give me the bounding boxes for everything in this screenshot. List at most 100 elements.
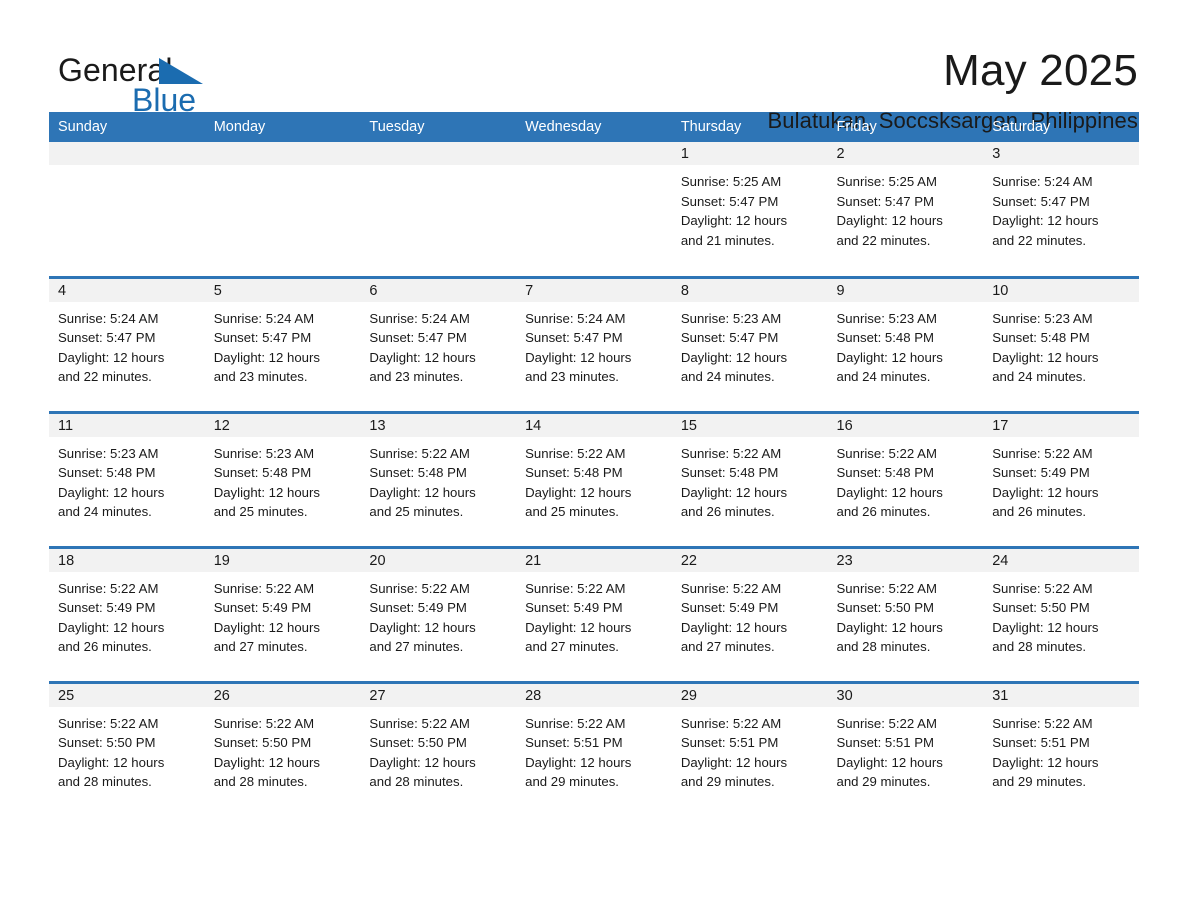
day-details: Sunrise: 5:23 AM Sunset: 5:48 PM Daylight:… bbox=[205, 437, 361, 522]
sunset-time: Sunset: 5:50 PM bbox=[992, 600, 1090, 616]
day-number: 29 bbox=[671, 683, 828, 707]
sunset-time: Sunset: 5:48 PM bbox=[680, 465, 779, 481]
calendar-day-cell[interactable]: 31 Sunrise: 5:22 AM Sunset: 5:51 PM Dayligh… bbox=[983, 680, 1139, 817]
day-details: Sunrise: 5:22 AM Sunset: 5:51 PM Daylight:… bbox=[828, 707, 984, 792]
day-details: Sunrise: 5:22 AM Sunset: 5:48 PM Daylight:… bbox=[360, 437, 516, 522]
calendar-day-cell[interactable]: 26 Sunrise: 5:22 AM Sunset: 5:50 PM Dayligh… bbox=[204, 680, 361, 817]
sunset-time: Sunset: 5:47 PM bbox=[836, 193, 935, 209]
sunrise-time: Sunrise: 5:23 AM bbox=[680, 310, 782, 326]
day-number: 15 bbox=[671, 413, 828, 437]
calendar-day-cell[interactable]: 18 Sunrise: 5:22 AM Sunset: 5:49 PM Dayligh… bbox=[49, 545, 205, 682]
sunset-time: Sunset: 5:49 PM bbox=[992, 465, 1090, 481]
daylight-duration-line2: and 27 minutes. bbox=[369, 639, 464, 655]
day-number: 2 bbox=[827, 142, 984, 165]
sunset-time: Sunset: 5:48 PM bbox=[58, 465, 156, 481]
calendar-day-cell[interactable]: 17 Sunrise: 5:22 AM Sunset: 5:49 PM Dayligh… bbox=[983, 410, 1139, 547]
sunset-time: Sunset: 5:51 PM bbox=[525, 735, 623, 751]
daylight-duration-line2: and 24 minutes. bbox=[992, 369, 1087, 385]
sunrise-time: Sunrise: 5:22 AM bbox=[836, 445, 937, 461]
day-details: Sunrise: 5:22 AM Sunset: 5:50 PM Daylight:… bbox=[828, 572, 984, 657]
calendar-week-row: 25 Sunrise: 5:22 AM Sunset: 5:50 PM Dayligh… bbox=[49, 680, 1139, 817]
sunrise-time: Sunrise: 5:22 AM bbox=[992, 580, 1093, 596]
daylight-duration-line2: and 22 minutes. bbox=[836, 232, 931, 248]
sunrise-time: Sunrise: 5:23 AM bbox=[213, 445, 315, 461]
day-number: 9 bbox=[827, 278, 984, 302]
calendar-day-cell[interactable]: 10 Sunrise: 5:23 AM Sunset: 5:48 PM Dayligh… bbox=[983, 275, 1139, 412]
daylight-duration-line1: Daylight: 12 hours bbox=[680, 619, 788, 635]
calendar-day-cell[interactable]: 14 Sunrise: 5:22 AM Sunset: 5:48 PM Dayligh… bbox=[516, 410, 672, 547]
calendar-day-cell[interactable]: 6 Sunrise: 5:24 AM Sunset: 5:47 PM Daylight… bbox=[360, 275, 517, 412]
calendar-day-cell[interactable]: 28 Sunrise: 5:22 AM Sunset: 5:51 PM Dayligh… bbox=[516, 680, 672, 817]
calendar-day-cell[interactable]: 11 Sunrise: 5:23 AM Sunset: 5:48 PM Dayligh… bbox=[49, 410, 205, 547]
daylight-duration-line1: Daylight: 12 hours bbox=[680, 213, 788, 229]
sunset-time: Sunset: 5:47 PM bbox=[680, 330, 779, 346]
sunset-time: Sunset: 5:48 PM bbox=[992, 330, 1090, 346]
day-number bbox=[360, 142, 517, 165]
daylight-duration-line1: Daylight: 12 hours bbox=[680, 349, 788, 365]
day-number: 18 bbox=[49, 548, 205, 572]
sunset-time: Sunset: 5:49 PM bbox=[369, 600, 467, 616]
calendar-day-cell[interactable]: 1 Sunrise: 5:25 AM Sunset: 5:47 PM Daylight… bbox=[671, 142, 828, 277]
sunset-time: Sunset: 5:51 PM bbox=[836, 735, 935, 751]
day-details: Sunrise: 5:22 AM Sunset: 5:48 PM Daylight:… bbox=[672, 437, 828, 522]
sunrise-time: Sunrise: 5:23 AM bbox=[58, 445, 159, 461]
day-number: 19 bbox=[204, 548, 361, 572]
day-number: 25 bbox=[49, 683, 205, 707]
calendar-day-cell[interactable]: 19 Sunrise: 5:22 AM Sunset: 5:49 PM Dayligh… bbox=[204, 545, 361, 682]
day-number: 23 bbox=[827, 548, 984, 572]
sunrise-time: Sunrise: 5:22 AM bbox=[369, 445, 470, 461]
calendar-day-cell[interactable]: 5 Sunrise: 5:24 AM Sunset: 5:47 PM Daylight… bbox=[204, 275, 361, 412]
calendar-day-cell[interactable]: 27 Sunrise: 5:22 AM Sunset: 5:50 PM Dayligh… bbox=[360, 680, 517, 817]
calendar-day-cell[interactable]: 15 Sunrise: 5:22 AM Sunset: 5:48 PM Dayligh… bbox=[671, 410, 828, 547]
calendar-day-cell[interactable]: 12 Sunrise: 5:23 AM Sunset: 5:48 PM Dayligh… bbox=[204, 410, 361, 547]
daylight-duration-line1: Daylight: 12 hours bbox=[213, 349, 320, 365]
daylight-duration-line2: and 29 minutes. bbox=[836, 774, 931, 790]
sunset-time: Sunset: 5:47 PM bbox=[213, 330, 312, 346]
sunset-time: Sunset: 5:49 PM bbox=[213, 600, 312, 616]
calendar-day-cell[interactable]: 29 Sunrise: 5:22 AM Sunset: 5:51 PM Dayligh… bbox=[671, 680, 828, 817]
calendar-day-cell[interactable]: 13 Sunrise: 5:22 AM Sunset: 5:48 PM Dayligh… bbox=[360, 410, 517, 547]
day-details: Sunrise: 5:23 AM Sunset: 5:48 PM Daylight:… bbox=[49, 437, 205, 522]
sunrise-time: Sunrise: 5:22 AM bbox=[992, 445, 1093, 461]
sunrise-time: Sunrise: 5:22 AM bbox=[213, 715, 315, 731]
calendar-page: General Blue May 2025 Bulatukan, Soccsks… bbox=[0, 0, 1188, 918]
calendar-day-cell[interactable]: 3 Sunrise: 5:24 AM Sunset: 5:47 PM Daylight… bbox=[983, 142, 1139, 277]
day-number: 26 bbox=[204, 683, 361, 707]
sunset-time: Sunset: 5:48 PM bbox=[525, 465, 623, 481]
calendar-day-cell[interactable]: 8 Sunrise: 5:23 AM Sunset: 5:47 PM Daylight… bbox=[671, 275, 828, 412]
daylight-duration-line2: and 29 minutes. bbox=[525, 774, 619, 790]
day-details: Sunrise: 5:22 AM Sunset: 5:50 PM Daylight:… bbox=[205, 707, 361, 792]
calendar-day-cell[interactable]: 4 Sunrise: 5:24 AM Sunset: 5:47 PM Daylight… bbox=[49, 275, 205, 412]
day-number: 31 bbox=[983, 683, 1139, 707]
calendar-day-cell[interactable]: 24 Sunrise: 5:22 AM Sunset: 5:50 PM Dayligh… bbox=[983, 545, 1139, 682]
calendar-day-cell[interactable]: 9 Sunrise: 5:23 AM Sunset: 5:48 PM Daylight… bbox=[827, 275, 984, 412]
calendar-day-cell[interactable]: 7 Sunrise: 5:24 AM Sunset: 5:47 PM Daylight… bbox=[516, 275, 672, 412]
day-details: Sunrise: 5:22 AM Sunset: 5:51 PM Daylight:… bbox=[672, 707, 828, 792]
calendar-day-cell[interactable]: 25 Sunrise: 5:22 AM Sunset: 5:50 PM Dayligh… bbox=[49, 680, 205, 817]
daylight-duration-line2: and 26 minutes. bbox=[58, 639, 152, 655]
calendar-day-cell[interactable]: 16 Sunrise: 5:22 AM Sunset: 5:48 PM Dayligh… bbox=[827, 410, 984, 547]
calendar-day-cell[interactable]: 30 Sunrise: 5:22 AM Sunset: 5:51 PM Dayligh… bbox=[827, 680, 984, 817]
day-details: Sunrise: 5:22 AM Sunset: 5:51 PM Daylight:… bbox=[983, 707, 1139, 792]
calendar-day-cell[interactable]: 23 Sunrise: 5:22 AM Sunset: 5:50 PM Dayligh… bbox=[827, 545, 984, 682]
weekday-header-wednesday: Wednesday bbox=[516, 112, 672, 142]
logo-text-blue: Blue bbox=[132, 82, 197, 118]
day-details: Sunrise: 5:24 AM Sunset: 5:47 PM Daylight:… bbox=[205, 302, 361, 387]
sunrise-time: Sunrise: 5:22 AM bbox=[992, 715, 1093, 731]
daylight-duration-line1: Daylight: 12 hours bbox=[680, 754, 788, 770]
daylight-duration-line1: Daylight: 12 hours bbox=[836, 484, 943, 500]
daylight-duration-line1: Daylight: 12 hours bbox=[369, 484, 476, 500]
calendar-day-cell[interactable]: 21 Sunrise: 5:22 AM Sunset: 5:49 PM Dayligh… bbox=[516, 545, 672, 682]
day-number: 24 bbox=[983, 548, 1139, 572]
day-number: 13 bbox=[360, 413, 517, 437]
sunrise-time: Sunrise: 5:24 AM bbox=[992, 174, 1093, 189]
day-number: 1 bbox=[671, 142, 828, 165]
calendar-day-cell-empty bbox=[516, 142, 672, 277]
calendar-day-cell[interactable]: 2 Sunrise: 5:25 AM Sunset: 5:47 PM Daylight… bbox=[827, 142, 984, 277]
calendar-day-cell[interactable]: 22 Sunrise: 5:22 AM Sunset: 5:49 PM Dayligh… bbox=[671, 545, 828, 682]
day-details: Sunrise: 5:25 AM Sunset: 5:47 PM Daylight:… bbox=[828, 165, 984, 250]
calendar-day-cell[interactable]: 20 Sunrise: 5:22 AM Sunset: 5:49 PM Dayligh… bbox=[360, 545, 517, 682]
sunset-time: Sunset: 5:47 PM bbox=[992, 193, 1090, 209]
sunrise-time: Sunrise: 5:24 AM bbox=[369, 310, 470, 326]
day-number: 5 bbox=[204, 278, 361, 302]
